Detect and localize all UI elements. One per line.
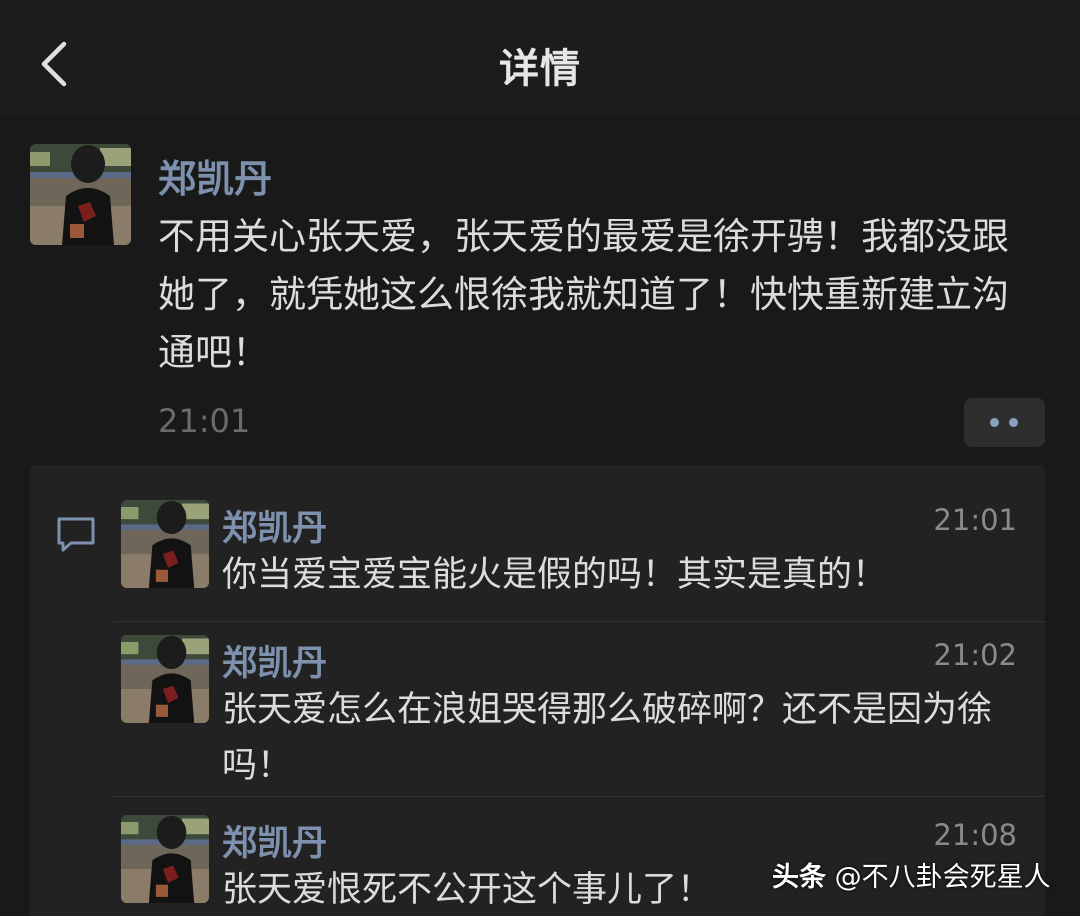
comment-timestamp: 21:01	[933, 503, 1017, 537]
post-timestamp: 21:01	[158, 402, 251, 440]
watermark-brand: 头条	[772, 862, 826, 893]
divider	[113, 621, 1045, 622]
divider	[113, 796, 1045, 797]
comment-avatar[interactable]	[121, 500, 209, 588]
more-dots-icon	[990, 418, 999, 427]
comment-avatar[interactable]	[121, 635, 209, 723]
nav-bar: 详情	[0, 0, 1080, 118]
comment-icon	[57, 517, 95, 552]
more-actions-button[interactable]	[964, 398, 1045, 447]
comment-avatar[interactable]	[121, 815, 209, 903]
comment-author-name[interactable]: 郑凯丹	[222, 815, 327, 866]
comment-timestamp: 21:02	[933, 638, 1017, 672]
moments-detail-page: 详情 郑凯丹 不用关心张天爱，张天爱的最爱是徐开骋！我都没跟她了，就凭她这么恨徐…	[0, 0, 1080, 916]
page-title: 详情	[499, 46, 581, 92]
comment-text: 你当爱宝爱宝能火是假的吗！其实是真的！	[222, 555, 888, 595]
comment-timestamp: 21:08	[933, 818, 1017, 852]
post-author-name[interactable]: 郑凯丹	[158, 148, 272, 203]
comment-author-name[interactable]: 郑凯丹	[222, 500, 327, 551]
post-content: 不用关心张天爱，张天爱的最爱是徐开骋！我都没跟她了，就凭她这么恨徐我就知道了！快…	[158, 215, 1009, 374]
post-author-avatar[interactable]	[30, 144, 131, 245]
comment-author-name[interactable]: 郑凯丹	[222, 635, 327, 686]
watermark-handle: @不八卦会死星人	[834, 862, 1051, 893]
comment-text: 张天爱怎么在浪姐哭得那么破碎啊？还不是因为徐吗！	[222, 690, 993, 786]
watermark: 头条 @不八卦会死星人	[772, 855, 1051, 894]
more-dots-icon	[1009, 418, 1018, 427]
